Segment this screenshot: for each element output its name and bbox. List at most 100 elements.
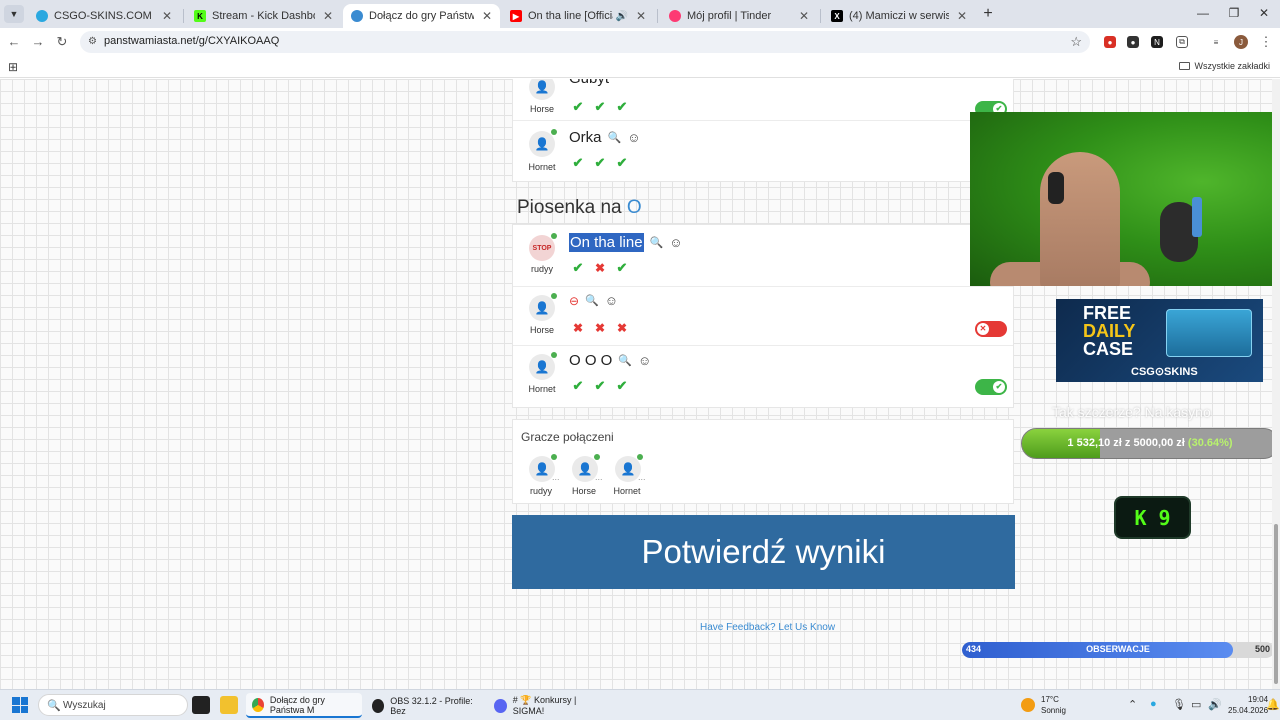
microphone-icon[interactable]: 🎙 bbox=[1172, 698, 1186, 711]
cross-icon[interactable]: ✖ bbox=[593, 261, 607, 275]
new-tab-button[interactable]: + bbox=[980, 6, 996, 22]
check-icon[interactable]: ✔ bbox=[571, 379, 585, 393]
speaker-icon[interactable]: 🔊 bbox=[616, 11, 628, 22]
check-icon[interactable]: ✔ bbox=[571, 100, 585, 114]
user-icon: 👤 bbox=[534, 137, 550, 151]
followers-label: OBSERWACJE bbox=[1086, 644, 1150, 654]
more-menu-icon[interactable]: ⋮ bbox=[1258, 34, 1274, 50]
taskbar-search[interactable]: 🔍 Wyszukaj bbox=[38, 694, 188, 716]
extension-icon[interactable]: ● bbox=[1127, 36, 1139, 48]
search-icon[interactable]: 🔍 bbox=[618, 354, 632, 367]
close-window-button[interactable]: ✕ bbox=[1256, 6, 1272, 22]
task-view-icon[interactable] bbox=[192, 696, 210, 714]
search-icon[interactable]: 🔍 bbox=[608, 131, 622, 144]
promo-line: CASE bbox=[1083, 339, 1134, 359]
volume-icon[interactable]: 🔊 bbox=[1208, 698, 1222, 711]
weather-temp: 17°C bbox=[1041, 695, 1059, 704]
tab-divider bbox=[183, 9, 184, 23]
goal-percent: (30.64%) bbox=[1187, 437, 1233, 449]
close-icon[interactable]: ✕ bbox=[634, 9, 648, 23]
check-icon[interactable]: ✔ bbox=[571, 261, 585, 275]
search-icon[interactable]: 🔍 bbox=[650, 236, 664, 249]
tab-tinder[interactable]: Mój profil | Tinder ✕ bbox=[661, 4, 817, 28]
reload-button[interactable]: ↻ bbox=[54, 34, 70, 50]
close-icon[interactable]: ✕ bbox=[160, 9, 174, 23]
tab-panstwa-miasta[interactable]: Dołącz do gry Państwa Miasta ✕ bbox=[343, 4, 500, 28]
avatar: 👤 bbox=[529, 79, 555, 100]
close-icon[interactable]: ✕ bbox=[955, 9, 969, 23]
tab-search-button[interactable]: ▼ bbox=[4, 5, 24, 23]
restore-button[interactable]: ❐ bbox=[1226, 6, 1242, 22]
taskbar-app-obs[interactable]: OBS 32.1.2 - Profile: Bez bbox=[366, 693, 484, 718]
confirm-results-button[interactable]: Potwierdź wyniki bbox=[512, 515, 1015, 589]
extension-badge-icon[interactable]: ● bbox=[1104, 36, 1116, 48]
validity-toggle[interactable]: ✔ bbox=[975, 379, 1007, 395]
validity-toggle[interactable]: ✕ bbox=[975, 321, 1007, 337]
scrollbar-thumb[interactable] bbox=[1274, 524, 1278, 684]
extension-icon[interactable]: N bbox=[1151, 36, 1163, 48]
emoji-icon[interactable]: ☺ bbox=[638, 353, 651, 368]
check-icon[interactable]: ✔ bbox=[615, 379, 629, 393]
system-clock[interactable]: 19:04 25.04.2026 bbox=[1228, 694, 1268, 716]
weather-desc: Sonnig bbox=[1041, 706, 1066, 715]
answer-label-highlighted[interactable]: On tha line bbox=[569, 233, 644, 252]
answer-text: On tha line 🔍 ☺ bbox=[569, 233, 683, 252]
minimize-button[interactable]: — bbox=[1195, 6, 1211, 22]
avatar: 👤 bbox=[529, 352, 557, 380]
feedback-link[interactable]: Have Feedback? Let Us Know bbox=[700, 622, 835, 633]
emoji-icon[interactable]: ☺ bbox=[605, 293, 618, 308]
goal-target: 5000,00 zł bbox=[1133, 437, 1185, 449]
taskbar-app-discord[interactable]: # 🏆 Konkursy | SIGMA! bbox=[488, 693, 608, 718]
cross-icon[interactable]: ✖ bbox=[593, 321, 607, 335]
extensions-puzzle-icon[interactable]: ⧉ bbox=[1176, 36, 1188, 48]
cross-icon[interactable]: ✖ bbox=[571, 321, 585, 335]
profile-avatar[interactable]: J bbox=[1234, 35, 1248, 49]
answer-row: 👤 Hornet O O O 🔍 ☺ ✔ ✔ ✔ ✔ bbox=[513, 346, 1013, 408]
url-text[interactable]: panstwamiasta.net/g/CXYAIKOAAQ bbox=[104, 35, 279, 47]
site-info-icon[interactable]: ⚙ bbox=[88, 36, 97, 47]
goal-text: 1 532,10 zł z 5000,00 zł (30.64%) bbox=[1022, 437, 1278, 449]
search-icon[interactable]: 🔍 bbox=[585, 294, 599, 307]
tab-x[interactable]: X (4) Mamiczi w serwisie X: „ŻE N ✕ bbox=[823, 4, 975, 28]
check-icon[interactable]: ✔ bbox=[593, 379, 607, 393]
cross-icon[interactable]: ✖ bbox=[615, 321, 629, 335]
weather-widget[interactable]: 17°C Sonnig bbox=[1021, 694, 1066, 716]
check-icon[interactable]: ✔ bbox=[593, 100, 607, 114]
apps-grid-icon[interactable]: ⊞ bbox=[8, 60, 18, 74]
tab-youtube[interactable]: ▶ On tha line [Official Music V 🔊 ✕ bbox=[502, 4, 654, 28]
answer-text: Gubyt bbox=[569, 79, 609, 87]
forward-button[interactable]: → bbox=[30, 34, 46, 50]
answer-row: 👤 Hornet Orka 🔍 ☺ ✔ ✔ ✔ bbox=[513, 121, 1013, 179]
tray-app-icon[interactable]: ● bbox=[1150, 698, 1157, 710]
close-icon[interactable]: ✕ bbox=[480, 9, 494, 23]
taskbar-app-chrome[interactable]: Dołącz do gry Państwa M bbox=[246, 693, 362, 718]
followers-goal-bar: 434 OBSERWACJE 500 bbox=[962, 642, 1274, 658]
back-button[interactable]: ← bbox=[6, 34, 22, 50]
clock-date: 25.04.2026 bbox=[1228, 706, 1269, 715]
notification-bell-icon[interactable]: 🔔 bbox=[1266, 698, 1280, 711]
file-explorer-icon[interactable] bbox=[220, 696, 238, 714]
tab-kick-dashboard[interactable]: K Stream - Kick Dashboard ✕ bbox=[186, 4, 341, 28]
tab-csgo-skins[interactable]: CSGO-SKINS.COM - Najlepsze ✕ bbox=[28, 4, 180, 28]
check-icon[interactable]: ✔ bbox=[571, 156, 585, 170]
address-bar[interactable]: ⚙ panstwamiasta.net/g/CXYAIKOAAQ ☆ bbox=[80, 31, 1090, 53]
network-icon[interactable]: ▭ bbox=[1191, 698, 1201, 711]
all-bookmarks-button[interactable]: Wszystkie zakładki bbox=[1179, 61, 1270, 71]
bookmark-star-icon[interactable]: ☆ bbox=[1070, 34, 1082, 50]
user-icon: 👤 bbox=[577, 462, 593, 476]
windows-start-icon[interactable] bbox=[12, 697, 28, 713]
webcam-overlay bbox=[970, 112, 1280, 286]
close-icon[interactable]: ✕ bbox=[797, 9, 811, 23]
page-scrollbar[interactable] bbox=[1272, 79, 1280, 689]
media-control-icon[interactable]: ≡ bbox=[1210, 36, 1222, 48]
viewer-count: 9 bbox=[1158, 505, 1171, 530]
check-icon[interactable]: ✔ bbox=[593, 156, 607, 170]
chevron-up-icon[interactable]: ⌃ bbox=[1128, 698, 1137, 711]
check-icon[interactable]: ✔ bbox=[615, 156, 629, 170]
emoji-icon[interactable]: ☺ bbox=[627, 130, 640, 145]
votes: ✔ ✔ ✔ bbox=[571, 156, 629, 170]
check-icon[interactable]: ✔ bbox=[615, 100, 629, 114]
emoji-icon[interactable]: ☺ bbox=[669, 235, 682, 250]
check-icon[interactable]: ✔ bbox=[615, 261, 629, 275]
close-icon[interactable]: ✕ bbox=[321, 9, 335, 23]
